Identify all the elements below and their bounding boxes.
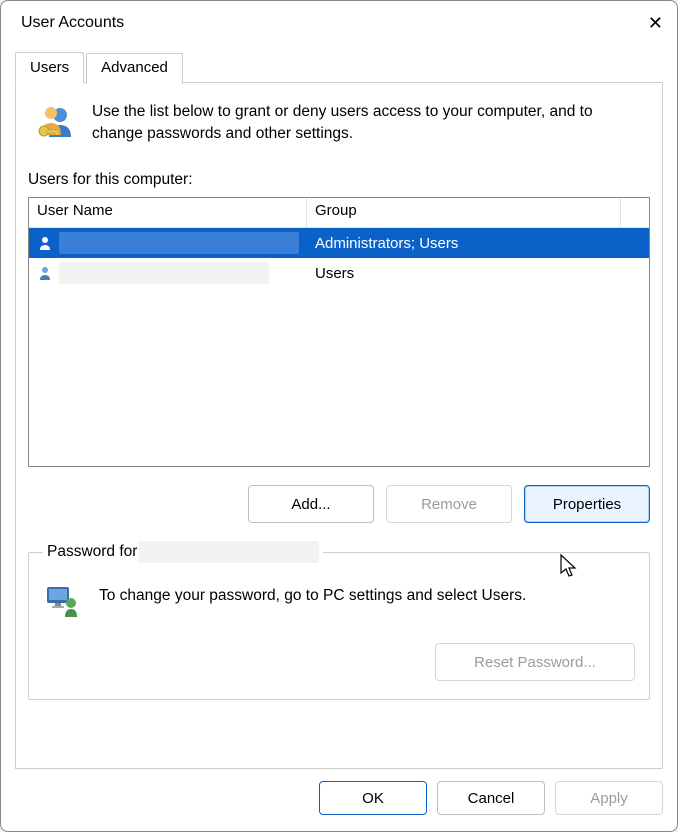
list-header: User Name Group xyxy=(29,198,649,228)
column-header-username[interactable]: User Name xyxy=(29,198,307,227)
user-accounts-dialog: User Accounts ✕ Users Advanced Use the l… xyxy=(0,0,678,832)
column-header-group[interactable]: Group xyxy=(307,198,621,227)
remove-button: Remove xyxy=(386,485,512,523)
tab-users[interactable]: Users xyxy=(15,52,84,83)
cell-group: Administrators; Users xyxy=(307,235,649,252)
tab-strip: Users Advanced xyxy=(15,51,663,83)
cell-username xyxy=(29,262,307,284)
username-redacted xyxy=(59,262,269,284)
users-list[interactable]: User Name Group Administrators; Users Us… xyxy=(28,197,650,467)
reset-password-button: Reset Password... xyxy=(435,643,635,681)
apply-button: Apply xyxy=(555,781,663,815)
tab-panel-users: Use the list below to grant or deny user… xyxy=(15,83,663,769)
tab-advanced[interactable]: Advanced xyxy=(86,53,183,84)
username-redacted xyxy=(59,232,299,254)
intro-text: Use the list below to grant or deny user… xyxy=(92,101,626,146)
cell-username xyxy=(29,232,307,254)
intro-row: Use the list below to grant or deny user… xyxy=(34,101,626,149)
user-icon xyxy=(37,265,53,281)
list-row[interactable]: Administrators; Users xyxy=(29,228,649,258)
window-title: User Accounts xyxy=(21,14,124,32)
ok-button[interactable]: OK xyxy=(319,781,427,815)
properties-button[interactable]: Properties xyxy=(524,485,650,523)
password-legend: Password for xyxy=(43,541,323,563)
users-keys-icon xyxy=(34,101,78,149)
column-header-spacer xyxy=(621,198,649,227)
password-group: Password for To change your password, go… xyxy=(28,541,650,700)
cell-group: Users xyxy=(307,265,649,282)
user-buttons-row: Add... Remove Properties xyxy=(28,485,650,523)
list-row[interactable]: Users xyxy=(29,258,649,288)
password-username-redacted xyxy=(139,541,319,563)
close-icon[interactable]: ✕ xyxy=(635,13,663,34)
user-icon xyxy=(37,235,53,251)
user-monitor-icon xyxy=(43,581,83,625)
titlebar: User Accounts ✕ xyxy=(1,1,677,45)
password-instruction-text: To change your password, go to PC settin… xyxy=(99,587,526,605)
add-button[interactable]: Add... xyxy=(248,485,374,523)
cancel-button[interactable]: Cancel xyxy=(437,781,545,815)
users-list-label: Users for this computer: xyxy=(28,171,650,189)
dialog-footer: OK Cancel Apply xyxy=(1,769,677,831)
